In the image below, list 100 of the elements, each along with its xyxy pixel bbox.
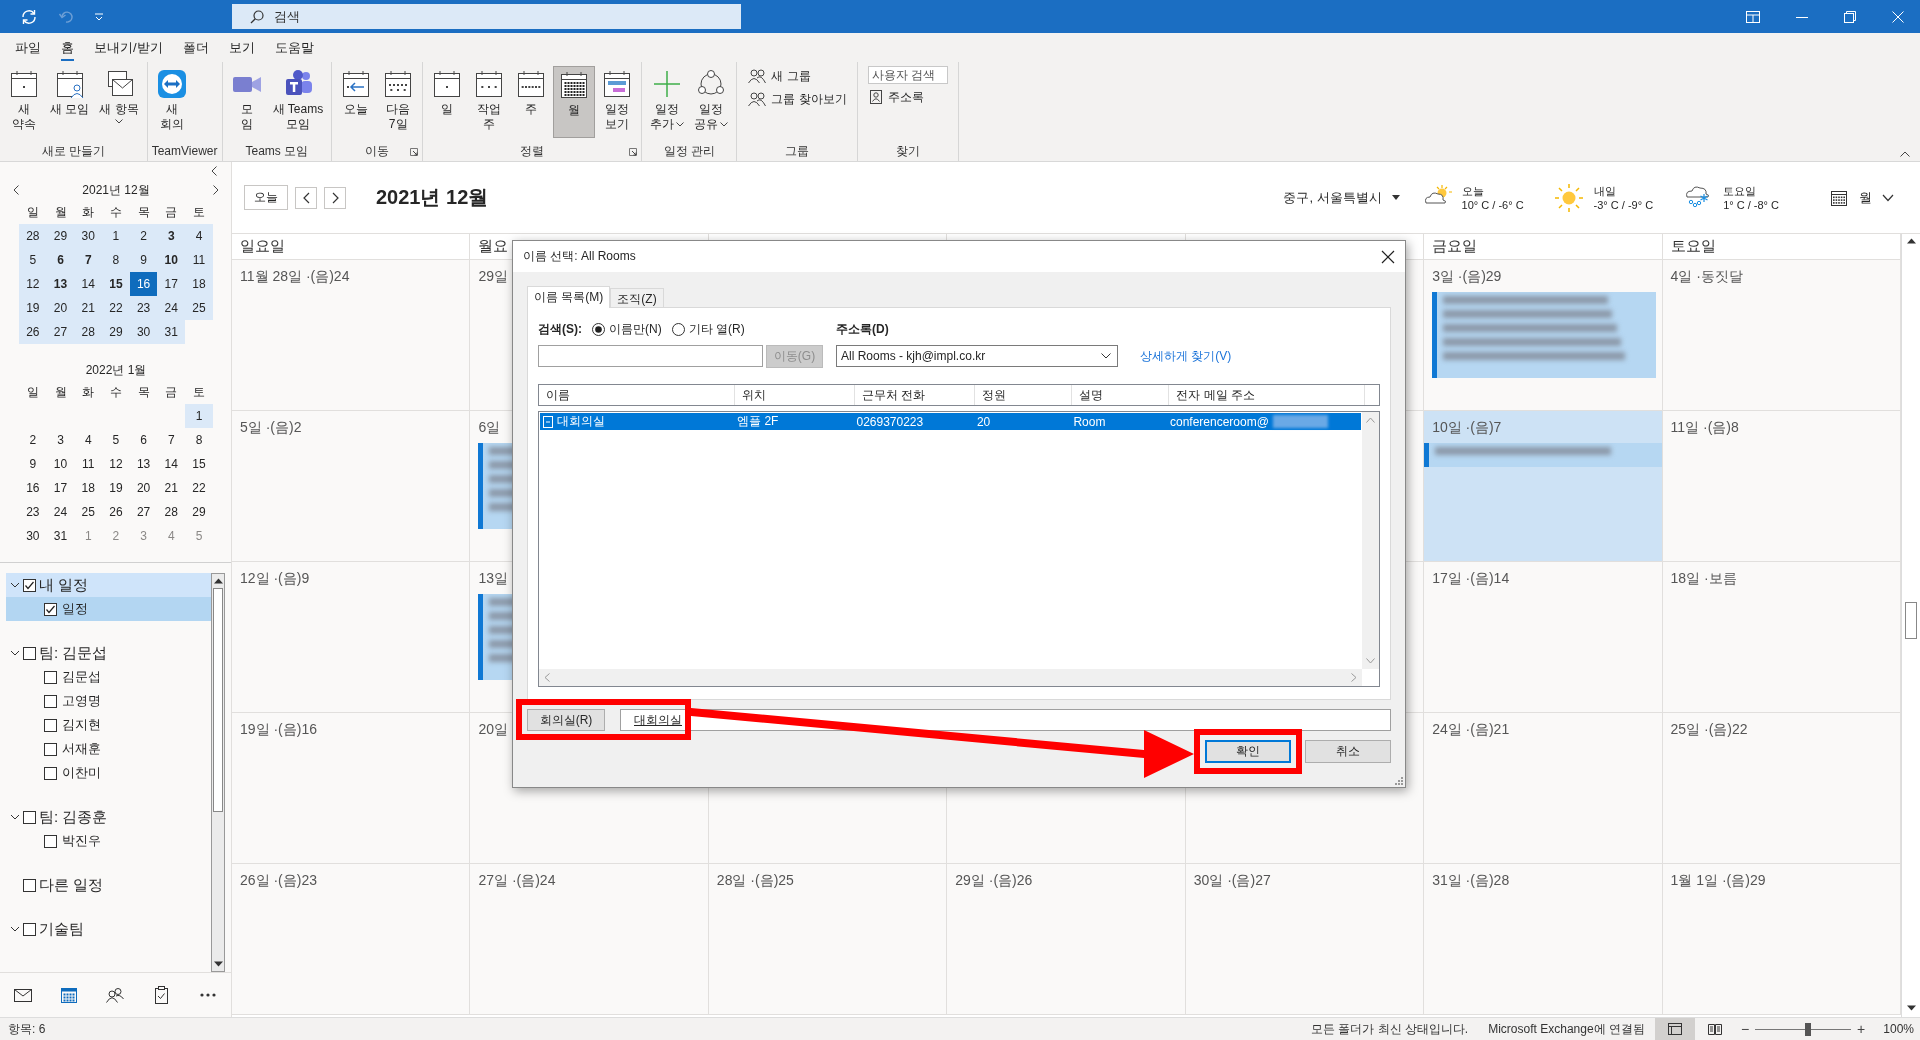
calendar-day[interactable]: 21 (74, 296, 103, 320)
calendar-day[interactable]: 11 (185, 248, 213, 272)
calendar-day[interactable]: 20 (129, 476, 158, 500)
calendar-day[interactable]: 19 (102, 476, 130, 500)
calendar-folder[interactable]: 이찬미 (6, 761, 211, 785)
menu-tab[interactable]: 홈 (52, 34, 83, 61)
ribbon-button[interactable]: 다음 7일 (378, 66, 419, 138)
launcher-icon[interactable] (410, 148, 419, 156)
ribbon-display-icon[interactable] (1746, 10, 1760, 23)
dialog-tab[interactable]: 이름 목록(M) (527, 286, 611, 308)
calendar-day[interactable]: 11 (74, 452, 103, 476)
day-cell[interactable]: 11일 ·(음)8 (1662, 411, 1901, 562)
calendar-day[interactable]: 25 (185, 296, 213, 320)
day-cell[interactable]: 24일 ·(음)21 (1424, 713, 1663, 864)
chevron-down-icon[interactable] (10, 648, 20, 658)
calendar-day[interactable]: 9 (19, 452, 47, 476)
ribbon-button[interactable]: 오늘 (336, 66, 377, 138)
search-field[interactable] (538, 345, 763, 367)
previous-icon[interactable] (13, 185, 19, 195)
calendar-day[interactable]: 6 (46, 248, 75, 272)
ribbon-button[interactable]: 새 회의 (151, 66, 192, 138)
day-cell[interactable]: 18일 ·보름 (1662, 562, 1901, 713)
sync-icon[interactable] (20, 7, 38, 26)
calendar-day[interactable]: 19 (19, 296, 47, 320)
chevron-down-icon[interactable] (10, 580, 20, 590)
scrollbar[interactable] (1362, 412, 1379, 669)
calendar-day[interactable]: 26 (102, 500, 130, 524)
zoom-in-button[interactable]: + (1851, 1021, 1872, 1037)
calendar-day[interactable]: 7 (74, 248, 103, 272)
column-header[interactable]: 이름 (546, 386, 570, 404)
calendar-day[interactable]: 9 (129, 248, 158, 272)
launcher-icon[interactable] (629, 148, 638, 156)
ribbon-button[interactable]: 새 항목 (95, 66, 143, 138)
advanced-find-link[interactable]: 상세하게 찾기(V) (1140, 347, 1232, 365)
ribbon-button[interactable]: 새 약속 (4, 66, 44, 138)
calendar-day[interactable]: 3 (157, 224, 186, 248)
day-cell[interactable]: 17일 ·(음)14 (1424, 562, 1663, 713)
calendar-day[interactable]: 29 (102, 320, 130, 344)
day-cell[interactable]: 10일 ·(음)7 (1424, 411, 1663, 562)
day-cell[interactable]: 1월 1일 ·(음)29 (1662, 864, 1901, 1015)
checkbox[interactable] (44, 718, 57, 732)
folder-group[interactable]: 팀: 김문섭 (6, 641, 211, 665)
calendar-folder[interactable]: 고영명 (6, 689, 211, 713)
calendar-day[interactable]: 20 (46, 296, 75, 320)
calendar-day[interactable]: 4 (74, 428, 103, 452)
ribbon-button[interactable]: 일정 추가 (646, 66, 689, 138)
calendar-day[interactable]: 27 (46, 320, 75, 344)
calendar-day[interactable]: 31 (157, 320, 186, 344)
calendar-folder[interactable]: 박진우 (6, 829, 211, 853)
calendar-day[interactable]: 18 (74, 476, 103, 500)
column-header[interactable]: 정원 (982, 386, 1007, 404)
calendar-day[interactable]: 7 (157, 428, 186, 452)
calendar-day[interactable]: 1 (102, 224, 130, 248)
table-row[interactable]: 대회의실 엠플 2F 0269370223 20 Room conferenceroom@ (540, 413, 1361, 430)
calendar-day[interactable]: 8 (102, 248, 130, 272)
ribbon-button[interactable]: 일 (427, 66, 468, 138)
radio-button[interactable]: 기타 열(R) (671, 320, 745, 338)
checkbox[interactable] (44, 834, 57, 848)
scrollbar[interactable] (539, 669, 1362, 686)
scrollbar-thumb[interactable] (1905, 602, 1917, 639)
day-cell[interactable]: 12일 ·(음)9 (232, 562, 471, 713)
ribbon-button[interactable]: 주 (511, 66, 552, 138)
checkbox[interactable] (23, 878, 36, 892)
calendar-day[interactable]: 16 (19, 476, 47, 500)
day-cell[interactable]: 26일 ·(음)23 (232, 864, 471, 1015)
calendar-day[interactable]: 13 (129, 452, 158, 476)
calendar-day[interactable]: 4 (157, 524, 186, 548)
chevron-down-icon[interactable] (10, 812, 20, 822)
calendar-day[interactable]: 5 (102, 428, 130, 452)
calendar-day[interactable]: 30 (129, 320, 158, 344)
ribbon-button[interactable]: 모 임 (226, 66, 267, 138)
calendar-day[interactable]: 18 (185, 272, 213, 296)
calendar-folder[interactable]: 서재훈 (6, 737, 211, 761)
collapse-ribbon-icon[interactable] (1900, 151, 1910, 157)
restore-icon[interactable] (1844, 10, 1856, 23)
calendar-day[interactable]: 12 (19, 272, 47, 296)
calendar-day[interactable]: 21 (157, 476, 186, 500)
ribbon-button[interactable]: 새 Teams 모임 (268, 66, 328, 138)
column-header[interactable]: 근무처 전화 (861, 386, 925, 404)
ribbon-button[interactable]: 월 (553, 66, 596, 138)
checkbox[interactable] (44, 694, 57, 708)
day-cell[interactable]: 25일 ·(음)22 (1662, 713, 1901, 864)
checkbox[interactable] (23, 810, 36, 824)
checkbox[interactable] (44, 742, 57, 756)
zoom-out-button[interactable]: − (1734, 1021, 1756, 1037)
day-cell[interactable]: 19일 ·(음)16 (232, 713, 471, 864)
calendar-day[interactable]: 29 (46, 224, 75, 248)
calendar-day[interactable]: 14 (74, 272, 103, 296)
day-cell[interactable]: 31일 ·(음)28 (1424, 864, 1663, 1015)
ribbon-button[interactable]: 작업 주 (469, 66, 510, 138)
chevron-down-icon[interactable] (10, 924, 20, 934)
calendar-day[interactable]: 10 (46, 452, 75, 476)
column-header[interactable]: 전자 메일 주소 (1176, 386, 1255, 404)
calendar-day[interactable]: 16 (129, 272, 158, 296)
location-dropdown[interactable]: 중구, 서울특별시 (1283, 188, 1400, 207)
calendar-day[interactable]: 10 (157, 248, 186, 272)
menu-tab[interactable]: 도움말 (265, 34, 323, 61)
calendar-day[interactable]: 5 (19, 248, 47, 272)
calendar-day[interactable]: 27 (129, 500, 158, 524)
search-field[interactable]: 검색 (232, 4, 741, 29)
